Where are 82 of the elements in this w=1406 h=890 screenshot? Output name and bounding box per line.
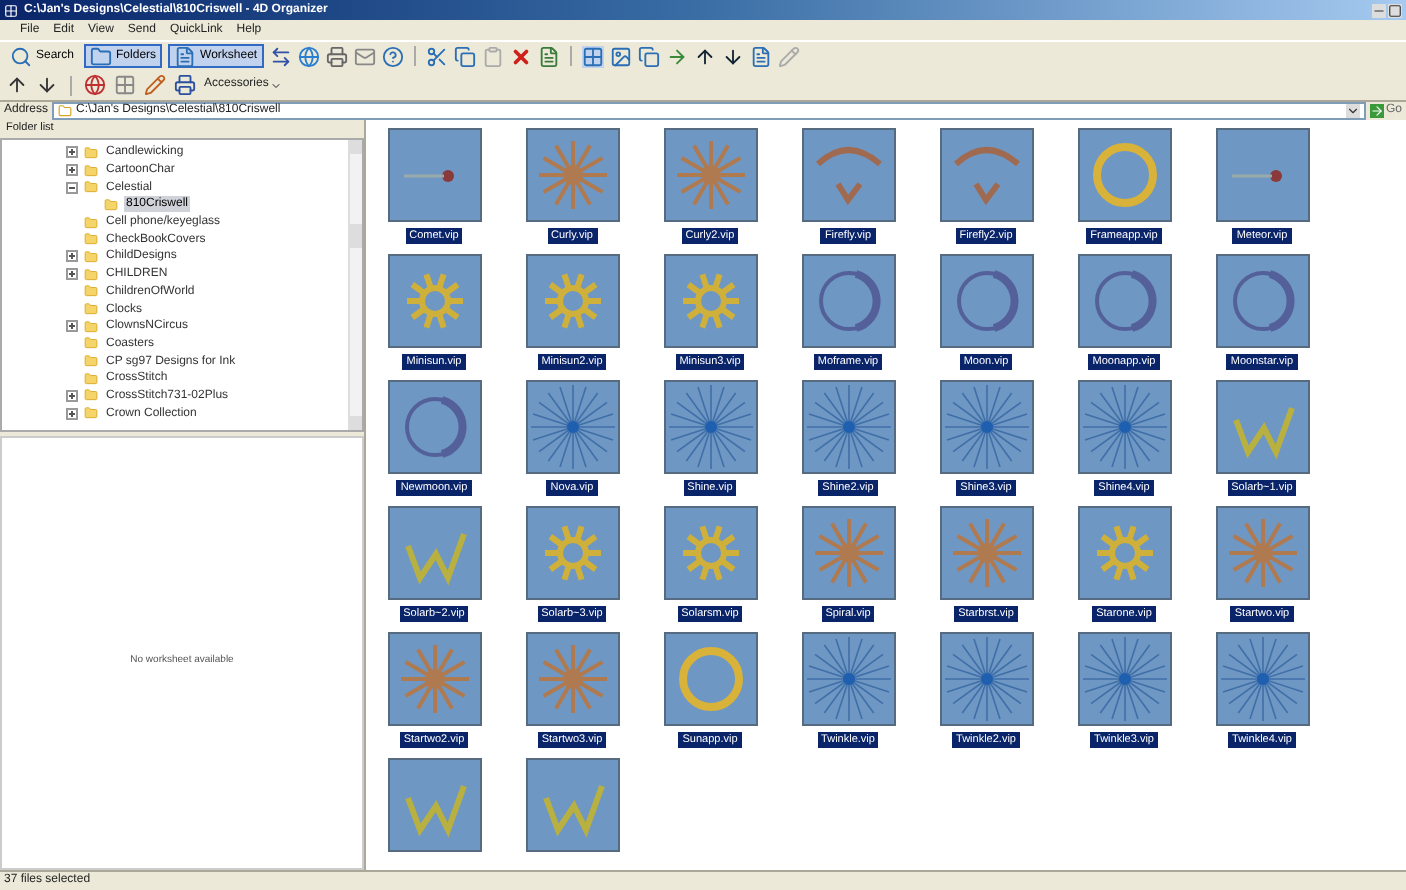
design-thumbnail[interactable] [1215, 380, 1309, 474]
view-icon[interactable] [749, 45, 772, 67]
folder-icon [84, 145, 98, 160]
folder-icon [104, 197, 118, 212]
large-icons-icon[interactable] [581, 45, 604, 67]
sort-descending-icon[interactable] [36, 74, 58, 96]
design-thumbnail[interactable] [1077, 254, 1171, 348]
design-thumbnail[interactable] [1215, 254, 1309, 348]
design-thumbnail[interactable] [1215, 506, 1309, 600]
scrollbar[interactable] [348, 140, 362, 430]
app-icon [4, 3, 18, 17]
design-thumbnail[interactable] [387, 632, 481, 726]
design-thumbnail[interactable] [801, 506, 895, 600]
paste-icon[interactable] [481, 45, 504, 67]
dropdown-icon[interactable] [1345, 104, 1360, 118]
help-icon[interactable] [381, 45, 404, 67]
design-thumbnail[interactable] [663, 632, 757, 726]
plus-box-icon[interactable] [65, 389, 77, 402]
maximize-icon[interactable] [1388, 3, 1402, 17]
design-thumbnail[interactable] [801, 254, 895, 348]
plus-box-icon[interactable] [65, 407, 77, 420]
cut-icon[interactable] [425, 45, 448, 67]
plus-box-icon[interactable] [65, 250, 77, 263]
pencil-icon[interactable] [777, 45, 800, 67]
design-thumbnail[interactable] [939, 254, 1033, 348]
plus-box-icon[interactable] [65, 268, 77, 281]
design-thumbnail[interactable] [387, 758, 481, 852]
design-thumbnail[interactable] [387, 128, 481, 222]
design-thumbnail[interactable] [525, 758, 619, 852]
sort-ascending-icon[interactable] [6, 74, 28, 96]
design-thumbnail[interactable] [1215, 128, 1309, 222]
minus-box-icon[interactable] [65, 181, 77, 194]
design-thumbnail[interactable] [663, 506, 757, 600]
folder-icon [84, 406, 98, 421]
design-thumbnail[interactable] [525, 254, 619, 348]
search-icon [10, 45, 32, 67]
down-icon[interactable] [721, 45, 744, 67]
minimize-icon[interactable] [1372, 3, 1386, 17]
grid-icon[interactable] [114, 74, 136, 96]
design-thumbnail[interactable] [939, 128, 1033, 222]
design-thumbnail[interactable] [663, 380, 757, 474]
arrows-icon[interactable] [269, 45, 292, 67]
design-thumbnail[interactable] [939, 506, 1033, 600]
design-thumbnail[interactable] [525, 128, 619, 222]
design-thumbnail[interactable] [1077, 632, 1171, 726]
design-thumbnail[interactable] [663, 128, 757, 222]
plus-box-icon[interactable] [65, 164, 77, 177]
plus-box-icon[interactable] [65, 320, 77, 333]
design-thumbnail[interactable] [1077, 506, 1171, 600]
design-thumbnail[interactable] [939, 632, 1033, 726]
properties-icon[interactable] [537, 45, 560, 67]
globe-icon[interactable] [297, 45, 320, 67]
document-icon [174, 45, 197, 67]
folder-icon [58, 104, 73, 118]
globe-icon[interactable] [84, 74, 106, 96]
duplicate-icon[interactable] [637, 45, 660, 67]
design-thumbnail[interactable] [1077, 380, 1171, 474]
design-thumbnail[interactable] [387, 506, 481, 600]
mail-icon[interactable] [353, 45, 376, 67]
design-thumbnail[interactable] [939, 380, 1033, 474]
folder-icon [90, 45, 113, 67]
design-thumbnail[interactable] [387, 380, 481, 474]
design-thumbnail[interactable] [801, 380, 895, 474]
pencil-icon[interactable] [144, 74, 166, 96]
design-thumbnail[interactable] [663, 254, 757, 348]
delete-icon[interactable] [509, 45, 532, 67]
plus-box-icon[interactable] [65, 146, 77, 159]
printer-icon[interactable] [325, 45, 348, 67]
design-thumbnail[interactable] [525, 506, 619, 600]
picture-icon[interactable] [609, 45, 632, 67]
design-thumbnail[interactable] [801, 632, 895, 726]
design-thumbnail[interactable] [1077, 128, 1171, 222]
design-thumbnail[interactable] [525, 632, 619, 726]
design-thumbnail[interactable] [387, 254, 481, 348]
design-thumbnail[interactable] [1215, 632, 1309, 726]
copy-icon[interactable] [453, 45, 476, 67]
caret-icon [270, 79, 283, 91]
design-thumbnail[interactable] [801, 128, 895, 222]
printer-icon[interactable] [174, 74, 196, 96]
design-thumbnail[interactable] [525, 380, 619, 474]
move-icon[interactable] [665, 45, 688, 67]
up-icon[interactable] [693, 45, 716, 67]
